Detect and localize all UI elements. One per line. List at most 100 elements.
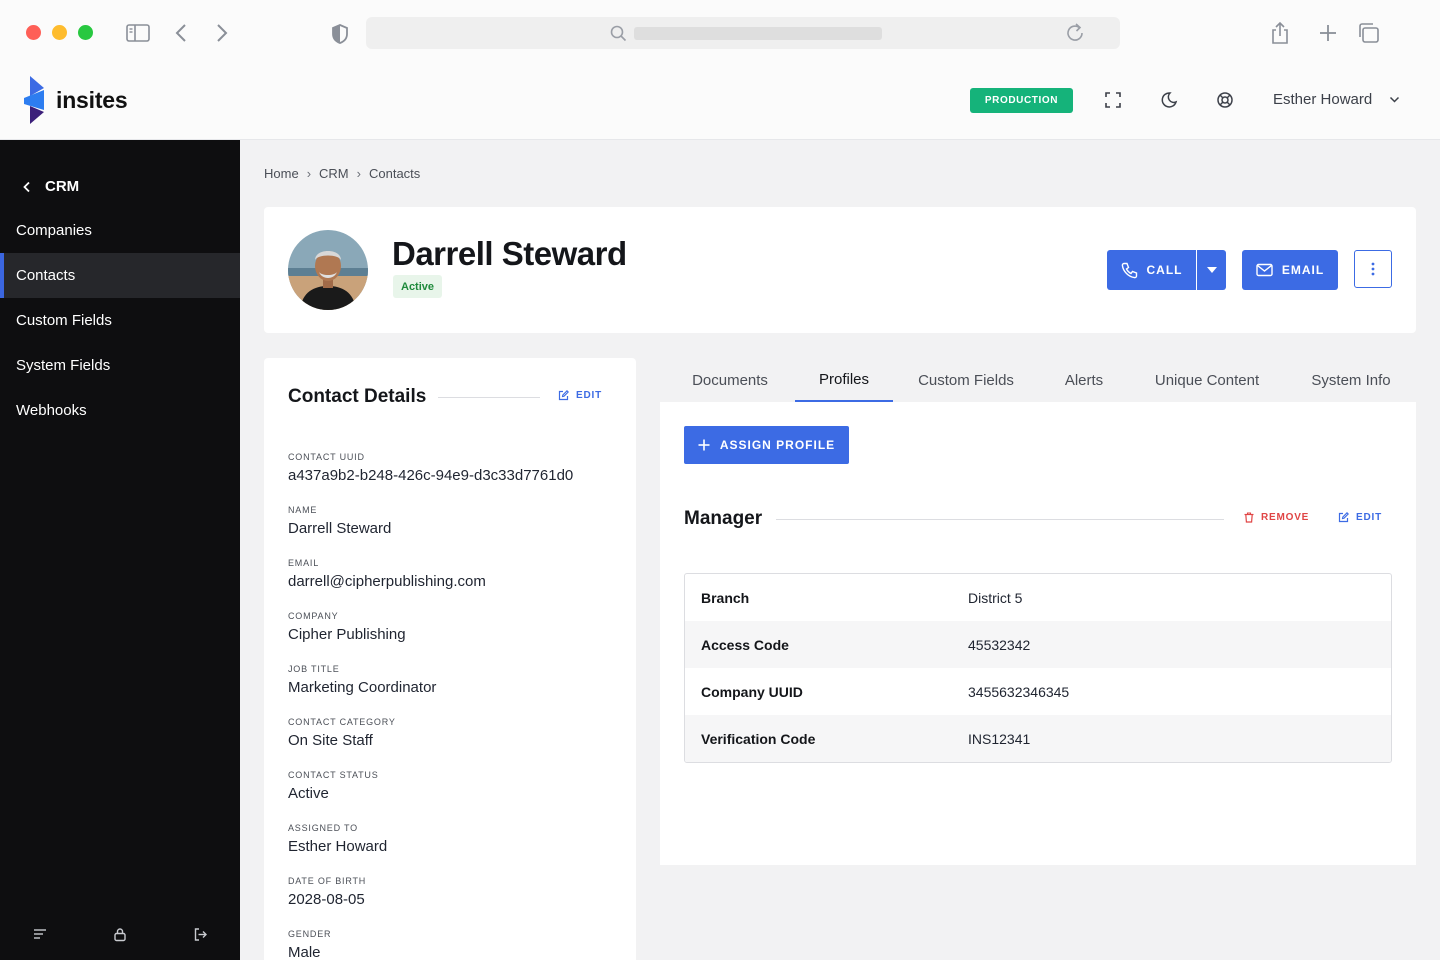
field-job-title: Job Title Marketing Coordinator (288, 664, 436, 696)
tab-alerts[interactable]: Alerts (1040, 358, 1128, 402)
row-key: Verification Code (701, 730, 816, 747)
contact-header-card: Darrell Steward Active CALL EMAIL (264, 207, 1416, 333)
table-row: Company UUID 3455632346345 (685, 668, 1391, 715)
edit-profile-button[interactable]: EDIT (1338, 512, 1382, 523)
remove-profile-button[interactable]: REMOVE (1244, 512, 1309, 523)
field-contact-status: Contact Status Active (288, 770, 379, 802)
more-options-button[interactable] (1354, 250, 1392, 288)
address-bar[interactable] (366, 17, 1120, 49)
insites-logo-icon (24, 76, 46, 124)
chevron-left-icon (22, 181, 31, 193)
field-label: Job Title (288, 664, 340, 674)
tab-profiles[interactable]: Profiles (795, 358, 893, 402)
field-contact-uuid: Contact UUID a437a9b2-b248-426c-94e9-d3c… (288, 452, 573, 484)
email-label: EMAIL (1281, 263, 1325, 277)
browser-chrome (0, 0, 1440, 64)
chevron-down-icon[interactable] (1389, 96, 1400, 104)
field-label: Gender (288, 929, 332, 939)
sidebar-toggle-icon[interactable] (126, 23, 150, 43)
logout-icon[interactable] (193, 927, 208, 942)
share-icon[interactable] (1269, 21, 1291, 45)
remove-label: REMOVE (1261, 512, 1310, 523)
fullscreen-icon[interactable] (1104, 91, 1122, 109)
app-header: insites PRODUCTION Esther Howard (0, 64, 1440, 140)
contact-name: Darrell Steward (392, 235, 627, 272)
url-text-placeholder (634, 27, 882, 40)
sidebar-item-system-fields[interactable]: System Fields (0, 343, 240, 388)
profile-fields-table: Branch District 5 Access Code 45532342 C… (684, 573, 1392, 763)
field-label: Date of Birth (288, 876, 367, 886)
field-name: Name Darrell Steward (288, 505, 391, 537)
tab-custom-fields[interactable]: Custom Fields (903, 358, 1029, 402)
tab-unique-content[interactable]: Unique Content (1138, 358, 1276, 402)
trash-icon (1244, 512, 1254, 523)
window-close-button[interactable] (26, 25, 41, 40)
field-value: a437a9b2-b248-426c-94e9-d3c33d7761d0 (288, 467, 574, 484)
divider (776, 519, 1224, 520)
field-label: Contact UUID (288, 452, 365, 462)
contact-details-title: Contact Details (288, 386, 427, 407)
sidebar-item-label: Contacts (16, 267, 76, 284)
row-value: INS12341 (968, 730, 1031, 747)
field-value: Esther Howard (288, 838, 388, 855)
row-key: Company UUID (701, 683, 803, 700)
breadcrumb-home[interactable]: Home (264, 166, 299, 181)
email-button[interactable]: EMAIL (1242, 250, 1338, 290)
breadcrumb-contacts: Contacts (368, 166, 421, 181)
tab-documents[interactable]: Documents (670, 358, 790, 402)
caret-down-icon (1206, 267, 1217, 273)
contact-details-edit-button[interactable]: EDIT (558, 390, 602, 401)
sidebar-item-companies[interactable]: Companies (0, 208, 240, 253)
forward-arrow-icon[interactable] (215, 23, 229, 43)
kebab-menu-icon (1371, 262, 1375, 276)
row-key: Access Code (701, 636, 789, 653)
field-label: Assigned To (288, 823, 358, 833)
shield-icon[interactable] (330, 23, 350, 45)
user-menu-name[interactable]: Esther Howard (1273, 91, 1372, 108)
field-label: Company (288, 611, 339, 621)
field-date-of-birth: Date of Birth 2028-08-05 (288, 876, 366, 908)
call-dropdown-button[interactable] (1197, 250, 1226, 290)
profiles-panel: ASSIGN PROFILE Manager REMOVE EDIT Branc… (660, 402, 1416, 865)
menu-icon[interactable] (33, 928, 47, 940)
window-zoom-button[interactable] (78, 25, 93, 40)
breadcrumb-crm[interactable]: CRM (319, 166, 349, 181)
mail-icon (1256, 263, 1273, 277)
edit-icon (1338, 512, 1349, 523)
edit-icon (558, 390, 569, 401)
assign-profile-label: ASSIGN PROFILE (719, 438, 836, 452)
field-contact-category: Contact Category On Site Staff (288, 717, 396, 749)
moon-icon[interactable] (1160, 91, 1178, 109)
main-content: Home › CRM › Contacts Darrell Steward Ac… (240, 140, 1440, 960)
field-value: 2028-08-05 (288, 891, 365, 908)
assign-profile-button[interactable]: ASSIGN PROFILE (684, 426, 849, 464)
detail-tabs: Documents Profiles Custom Fields Alerts … (660, 358, 1416, 402)
sidebar-item-custom-fields[interactable]: Custom Fields (0, 298, 240, 343)
sidebar-item-label: Custom Fields (16, 312, 112, 329)
lock-icon[interactable] (113, 927, 127, 942)
call-button[interactable]: CALL (1107, 250, 1196, 290)
tab-overview-icon[interactable] (1357, 22, 1381, 44)
help-lifebuoy-icon[interactable] (1216, 91, 1234, 109)
field-value: On Site Staff (288, 732, 373, 749)
app-logo[interactable]: insites (24, 76, 128, 124)
reload-icon[interactable] (1064, 22, 1086, 44)
edit-label: EDIT (1356, 512, 1382, 523)
new-tab-icon[interactable] (1318, 23, 1338, 43)
row-value: District 5 (968, 589, 1023, 606)
avatar (288, 230, 368, 310)
sidebar-back-crm[interactable]: CRM (22, 178, 79, 195)
field-label: Contact Category (288, 717, 396, 727)
sidebar-item-contacts[interactable]: Contacts (0, 253, 240, 298)
field-value: Male (288, 944, 321, 960)
back-arrow-icon[interactable] (174, 23, 188, 43)
breadcrumb: Home › CRM › Contacts (264, 166, 420, 181)
call-label: CALL (1146, 263, 1183, 277)
tab-system-info[interactable]: System Info (1286, 358, 1416, 402)
plus-icon (698, 439, 710, 451)
search-icon (610, 25, 627, 42)
sidebar-item-webhooks[interactable]: Webhooks (0, 388, 240, 433)
app-name: insites (56, 86, 128, 113)
window-minimize-button[interactable] (52, 25, 67, 40)
field-email: Email darrell@cipherpublishing.com (288, 558, 486, 590)
